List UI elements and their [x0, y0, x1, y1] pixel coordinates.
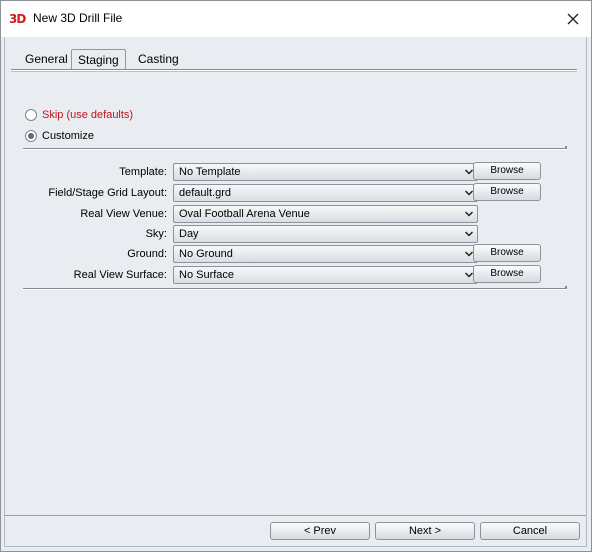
- separator-top-tick: [565, 146, 567, 149]
- frame-left: [4, 37, 5, 546]
- cancel-button[interactable]: Cancel: [480, 522, 580, 540]
- grid-layout-select[interactable]: default.grd: [173, 184, 478, 202]
- ground-label: Ground:: [127, 248, 167, 260]
- close-icon: [567, 13, 579, 25]
- frame-bottom: [4, 546, 587, 547]
- template-browse-button[interactable]: Browse: [473, 162, 541, 180]
- skip-radio[interactable]: [25, 109, 37, 121]
- tab-general[interactable]: General: [19, 49, 74, 69]
- footer-divider: [4, 515, 586, 516]
- customize-option[interactable]: Customize: [25, 128, 94, 144]
- surface-select[interactable]: No Surface: [173, 266, 478, 284]
- ground-value: No Ground: [179, 248, 233, 260]
- separator-bottom-tick: [565, 286, 567, 289]
- frame-right: [586, 37, 587, 546]
- template-value: No Template: [179, 166, 241, 178]
- grid-layout-browse-button[interactable]: Browse: [473, 183, 541, 201]
- template-select[interactable]: No Template: [173, 163, 478, 181]
- sky-value: Day: [179, 228, 199, 240]
- dialog-window: 3D New 3D Drill File General Staging Cas…: [0, 0, 592, 552]
- title-bar: 3D New 3D Drill File: [1, 1, 591, 37]
- separator-bottom: [23, 288, 567, 290]
- tab-underline-inner: [11, 71, 577, 72]
- customize-radio[interactable]: [25, 130, 37, 142]
- grid-layout-value: default.grd: [179, 187, 231, 199]
- customize-label: Customize: [42, 130, 94, 142]
- app-3d-icon: 3D: [9, 12, 26, 26]
- surface-value: No Surface: [179, 269, 235, 281]
- tab-staging[interactable]: Staging: [71, 49, 126, 70]
- chevron-down-icon: [464, 211, 474, 217]
- dialog-title: New 3D Drill File: [33, 11, 123, 25]
- surface-label: Real View Surface:: [73, 269, 167, 281]
- skip-option[interactable]: Skip (use defaults): [25, 107, 133, 123]
- template-label: Template:: [119, 166, 167, 178]
- surface-browse-button[interactable]: Browse: [473, 265, 541, 283]
- ground-browse-button[interactable]: Browse: [473, 244, 541, 262]
- close-button[interactable]: [555, 1, 591, 37]
- prev-button[interactable]: < Prev: [270, 522, 370, 540]
- separator-top: [23, 148, 567, 150]
- ground-select[interactable]: No Ground: [173, 245, 478, 263]
- venue-label: Real View Venue:: [80, 208, 167, 220]
- skip-label: Skip (use defaults): [42, 109, 134, 121]
- sky-select[interactable]: Day: [173, 225, 478, 243]
- grid-layout-label: Field/Stage Grid Layout:: [48, 187, 167, 199]
- venue-value: Oval Football Arena Venue: [179, 208, 310, 220]
- tab-casting[interactable]: Casting: [132, 49, 185, 69]
- sky-label: Sky:: [145, 228, 167, 240]
- chevron-down-icon: [464, 231, 474, 237]
- venue-select[interactable]: Oval Football Arena Venue: [173, 205, 478, 223]
- next-button[interactable]: Next >: [375, 522, 475, 540]
